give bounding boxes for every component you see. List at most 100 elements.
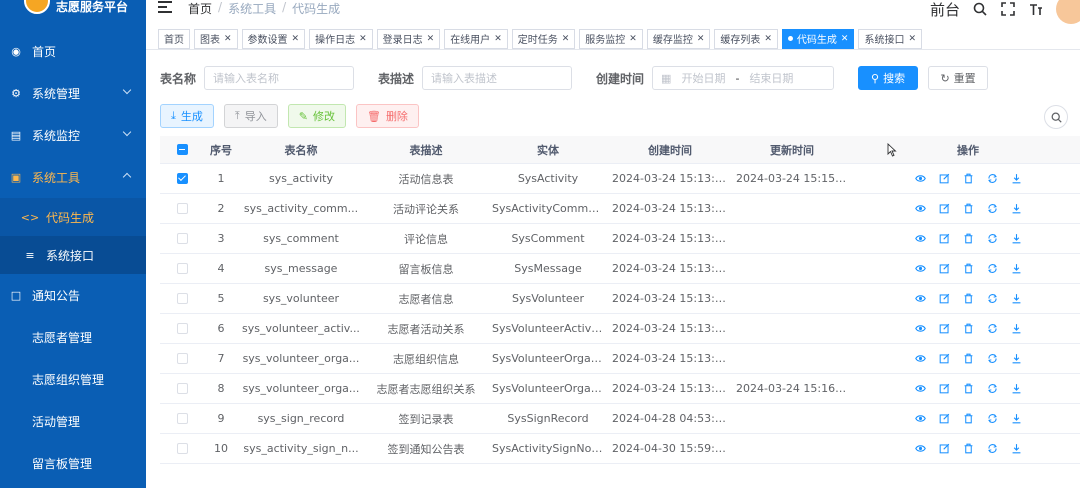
edit-icon[interactable] [937, 352, 951, 366]
preview-icon[interactable] [913, 322, 927, 336]
download-icon[interactable] [1009, 232, 1023, 246]
table-row[interactable]: 4 sys_message 留言板信息 SysMessage 2024-03-24 15… [160, 254, 1080, 284]
generate-button[interactable]: ⤓ 生成 [160, 104, 214, 128]
close-icon[interactable]: ✕ [697, 34, 705, 44]
select-all-checkbox[interactable] [176, 144, 188, 155]
sync-icon[interactable] [985, 442, 999, 456]
reset-button[interactable]: ↻ 重置 [928, 66, 989, 90]
row-checkbox[interactable] [176, 263, 188, 274]
close-icon[interactable]: ✕ [562, 34, 570, 44]
table-row[interactable]: 9 sys_sign_record 签到记录表 SysSignRecord 2024-0… [160, 404, 1080, 434]
delete-icon[interactable] [961, 322, 975, 336]
sidebar-item-code-gen[interactable]: <> 代码生成 [0, 198, 146, 236]
row-checkbox[interactable] [176, 323, 188, 334]
edit-icon[interactable] [937, 322, 951, 336]
edit-icon[interactable] [937, 382, 951, 396]
preview-icon[interactable] [913, 352, 927, 366]
download-icon[interactable] [1009, 382, 1023, 396]
row-checkbox[interactable] [176, 293, 188, 304]
sidebar-item-notice[interactable]: □ 通知公告 [0, 274, 146, 316]
tag-chart[interactable]: 图表 ✕ [194, 28, 238, 49]
close-icon[interactable]: ✕ [841, 34, 849, 44]
row-checkbox[interactable] [176, 203, 188, 214]
sync-icon[interactable] [985, 262, 999, 276]
edit-button[interactable]: ✎ 修改 [287, 104, 346, 128]
fullscreen-icon[interactable] [1000, 1, 1016, 17]
download-icon[interactable] [1009, 292, 1023, 306]
sync-icon[interactable] [985, 172, 999, 186]
sync-icon[interactable] [985, 202, 999, 216]
tag-params[interactable]: 参数设置 ✕ [241, 28, 306, 49]
tag-cache-list[interactable]: 缓存列表 ✕ [714, 28, 778, 49]
preview-icon[interactable] [913, 202, 927, 216]
tag-cache-monitor[interactable]: 缓存监控 ✕ [646, 28, 711, 49]
search-toggle-button[interactable] [1044, 105, 1068, 129]
preview-icon[interactable] [913, 412, 927, 426]
edit-icon[interactable] [937, 172, 951, 186]
row-checkbox[interactable] [176, 413, 188, 424]
preview-icon[interactable] [913, 232, 927, 246]
hamburger-icon[interactable] [158, 1, 172, 13]
close-icon[interactable]: ✕ [908, 34, 916, 44]
preview-icon[interactable] [913, 292, 927, 306]
table-desc-input[interactable]: 请输入表描述 [422, 66, 573, 90]
sidebar-item-system-management[interactable]: ⚙ 系统管理 [0, 72, 146, 114]
import-button[interactable]: ⤒ 导入 [223, 104, 278, 128]
download-icon[interactable] [1009, 442, 1023, 456]
delete-icon[interactable] [961, 442, 975, 456]
download-icon[interactable] [1009, 172, 1023, 186]
tag-scheduled-tasks[interactable]: 定时任务 ✕ [511, 28, 576, 49]
preview-icon[interactable] [913, 172, 927, 186]
sidebar-item-system-monitor[interactable]: ▤ 系统监控 [0, 114, 146, 156]
table-row[interactable]: 8 sys_volunteer_orga... 志愿者志愿组织关系 SysVolunt… [160, 374, 1080, 404]
download-icon[interactable] [1009, 202, 1023, 216]
tag-server-monitor[interactable]: 服务监控 ✕ [579, 28, 643, 49]
table-row[interactable]: 5 sys_volunteer 志愿者信息 SysVolunteer 2024-03-2… [160, 284, 1080, 314]
sync-icon[interactable] [985, 292, 999, 306]
edit-icon[interactable] [937, 232, 951, 246]
download-icon[interactable] [1009, 322, 1023, 336]
close-icon[interactable]: ✕ [629, 34, 637, 44]
sidebar-item-message-board[interactable]: 留言板管理 [0, 442, 146, 484]
breadcrumb-item[interactable]: 首页 [188, 0, 212, 17]
delete-icon[interactable] [961, 262, 975, 276]
table-row[interactable]: 2 sys_activity_comm... 活动评论关系 SysActivityCo… [160, 194, 1080, 224]
tag-code-gen[interactable]: 代码生成 ✕ [781, 28, 855, 49]
download-icon[interactable] [1009, 262, 1023, 276]
tag-oper-log[interactable]: 操作日志 ✕ [309, 28, 373, 49]
search-icon[interactable] [972, 1, 988, 17]
delete-icon[interactable] [961, 382, 975, 396]
delete-button[interactable]: 🗑 删除 [355, 104, 419, 128]
edit-icon[interactable] [937, 262, 951, 276]
delete-icon[interactable] [961, 412, 975, 426]
sync-icon[interactable] [985, 322, 999, 336]
sidebar-item-organization[interactable]: 志愿组织管理 [0, 358, 146, 400]
table-row[interactable]: 6 sys_volunteer_activ... 志愿者活动关系 SysVolunte… [160, 314, 1080, 344]
table-name-input[interactable]: 请输入表名称 [204, 66, 355, 90]
font-size-icon[interactable] [1028, 1, 1044, 17]
sync-icon[interactable] [985, 382, 999, 396]
delete-icon[interactable] [961, 292, 975, 306]
edit-icon[interactable] [937, 292, 951, 306]
tag-system-api[interactable]: 系统接口 ✕ [858, 28, 923, 49]
delete-icon[interactable] [961, 232, 975, 246]
sidebar-item-system-tools[interactable]: ▣ 系统工具 [0, 156, 146, 198]
tag-home[interactable]: 首页 [158, 28, 190, 49]
header-created[interactable]: 创建时间 [608, 142, 732, 158]
header-updated[interactable]: 更新时间 [732, 142, 852, 158]
sidebar-item-system-api[interactable]: ≡ 系统接口 [0, 236, 146, 274]
tag-login-log[interactable]: 登录日志 ✕ [376, 28, 441, 49]
avatar[interactable] [1056, 0, 1080, 24]
delete-icon[interactable] [961, 202, 975, 216]
close-icon[interactable]: ✕ [427, 34, 435, 44]
sidebar-item-home[interactable]: ◉ 首页 [0, 30, 146, 72]
delete-icon[interactable] [961, 172, 975, 186]
sync-icon[interactable] [985, 232, 999, 246]
row-checkbox[interactable] [176, 173, 188, 184]
download-icon[interactable] [1009, 352, 1023, 366]
table-row[interactable]: 3 sys_comment 评论信息 SysComment 2024-03-24 15:… [160, 224, 1080, 254]
table-row[interactable]: 10 sys_activity_sign_n... 签到通知公告表 SysActivi… [160, 434, 1080, 464]
download-icon[interactable] [1009, 412, 1023, 426]
sync-icon[interactable] [985, 352, 999, 366]
table-row[interactable]: 7 sys_volunteer_orga... 志愿组织信息 SysVolunteer… [160, 344, 1080, 374]
